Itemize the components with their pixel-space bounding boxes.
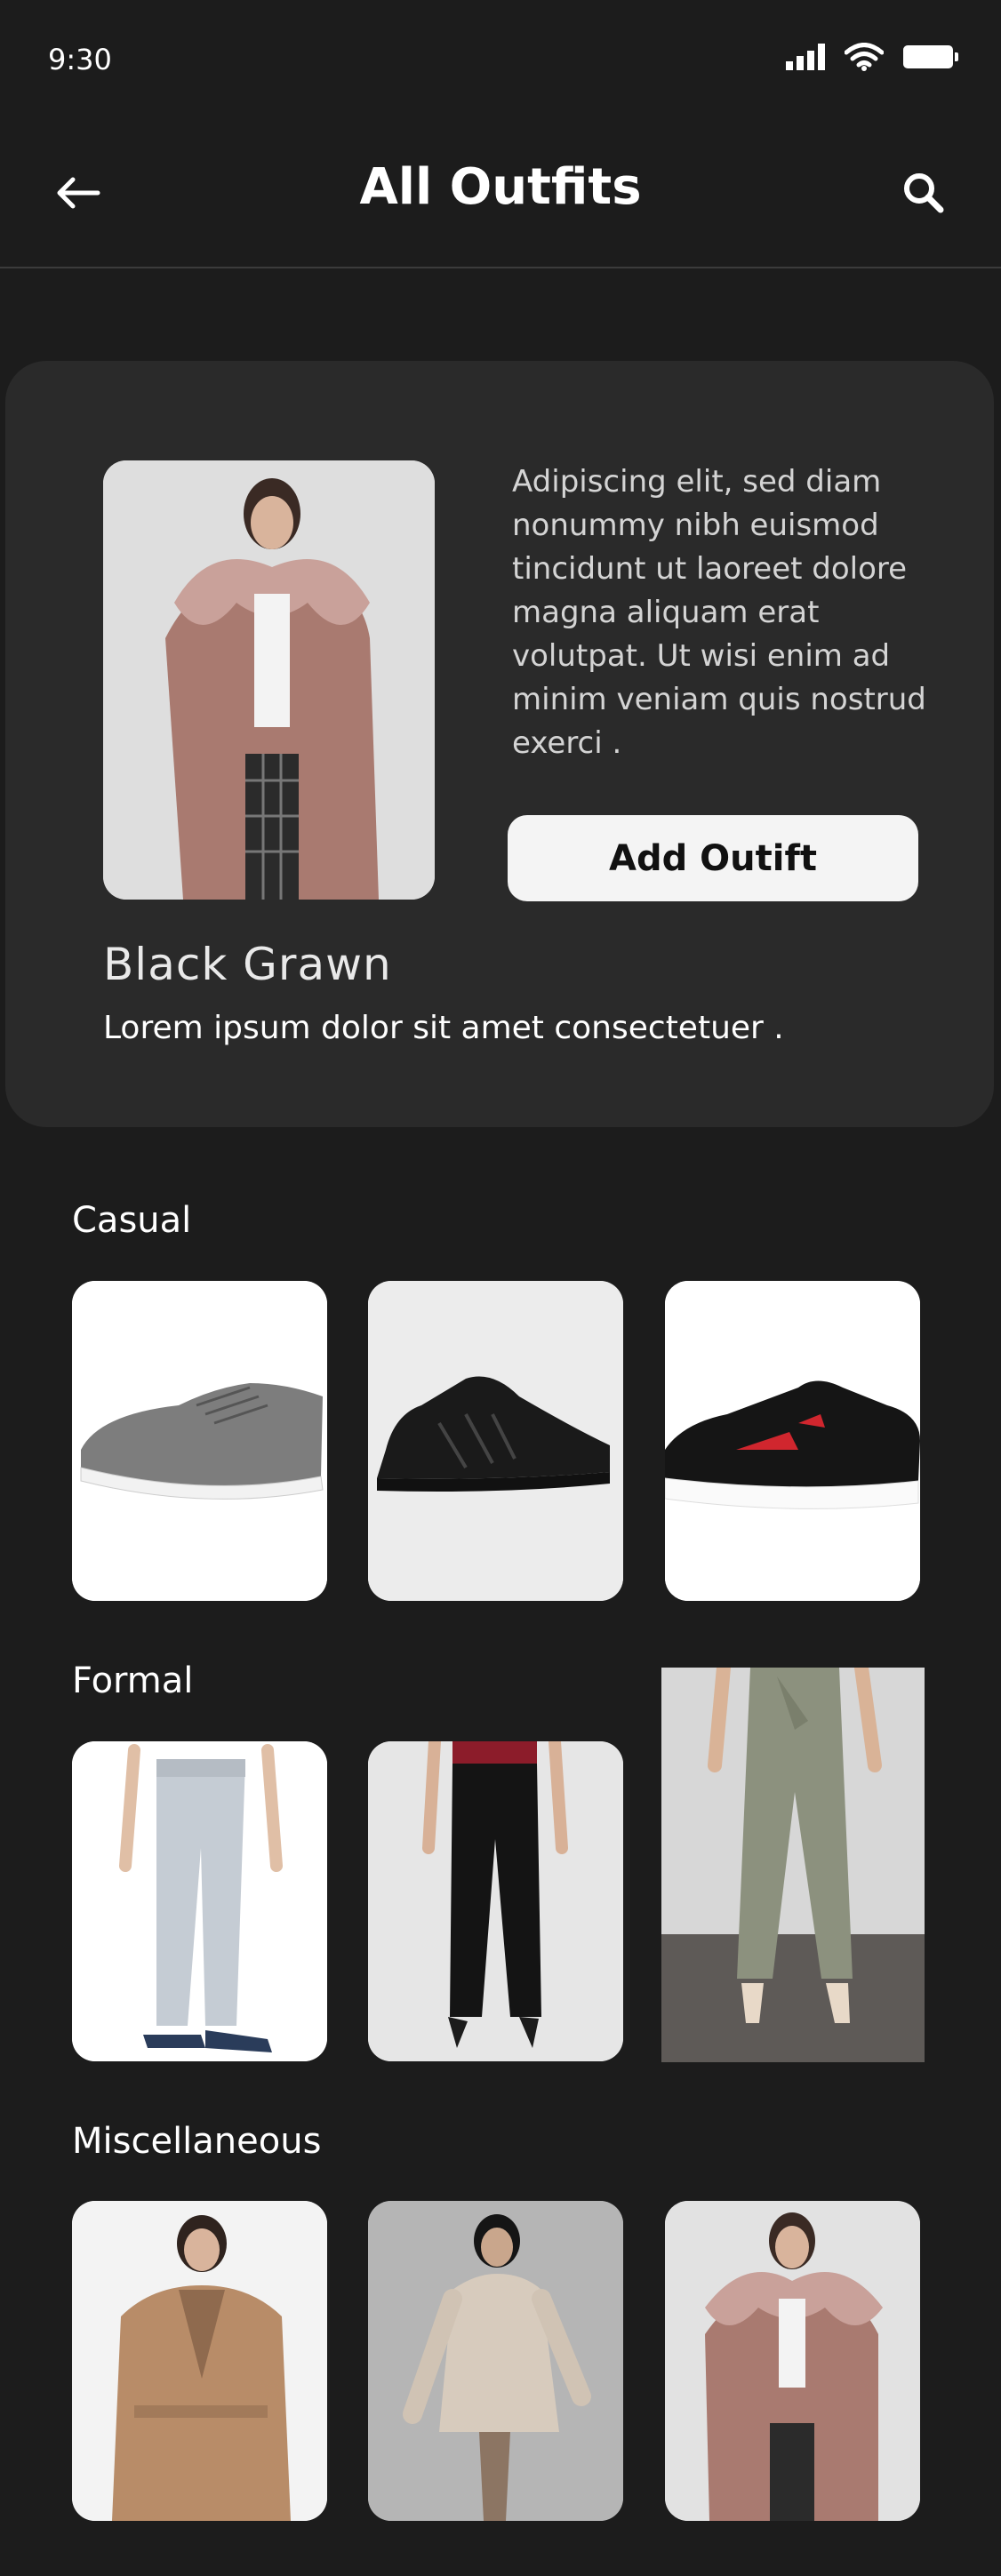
header-divider xyxy=(0,267,1001,268)
status-icons xyxy=(786,43,958,71)
outfit-tile-camel-coat[interactable] xyxy=(72,2201,327,2521)
battery-icon xyxy=(903,45,958,68)
outfit-tile-pink-puffer[interactable] xyxy=(665,2201,920,2521)
featured-outfit-description: Adipiscing elit, sed diam nonummy nibh e… xyxy=(512,464,926,761)
section-title-casual: Casual xyxy=(72,1200,192,1241)
section-title-formal: Formal xyxy=(72,1660,194,1701)
outfit-tile-black-red-sneaker[interactable] xyxy=(665,1281,920,1601)
search-icon[interactable] xyxy=(900,169,948,217)
outfit-tile-grey-sneaker[interactable] xyxy=(72,1281,327,1601)
outfit-tile-olive-pants[interactable] xyxy=(661,1668,925,2062)
outfit-tile-grey-joggers[interactable] xyxy=(72,1741,327,2061)
wifi-icon xyxy=(845,43,884,71)
signal-icon xyxy=(786,44,825,70)
outfit-tile-black-trousers[interactable] xyxy=(368,1741,623,2061)
featured-outfit-name: Black Grawn xyxy=(103,939,392,990)
section-title-miscellaneous: Miscellaneous xyxy=(72,2121,322,2162)
page-title: All Outfits xyxy=(359,158,642,216)
outfit-tile-beige-trench[interactable] xyxy=(368,2201,623,2521)
outfit-tile-black-knit-sneaker[interactable] xyxy=(368,1281,623,1601)
featured-outfit-image xyxy=(103,460,435,900)
add-outfit-button[interactable]: Add Outift xyxy=(508,815,918,901)
status-time: 9:30 xyxy=(48,43,112,76)
featured-outfit-subtitle: Lorem ipsum dolor sit amet consectetuer … xyxy=(103,1010,784,1046)
